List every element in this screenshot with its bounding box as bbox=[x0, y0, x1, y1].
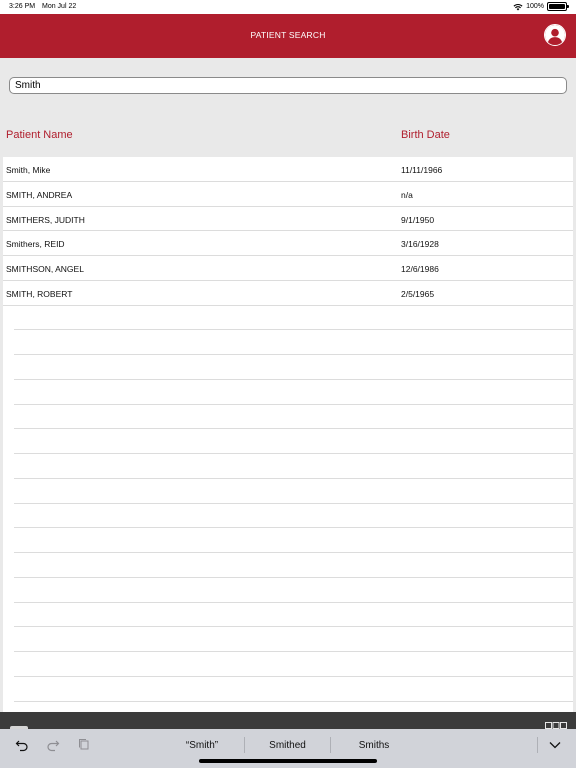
keyboard-toolbar-strip bbox=[0, 712, 576, 729]
empty-rows bbox=[3, 306, 573, 702]
patient-birth-date: n/a bbox=[401, 189, 413, 200]
patient-row[interactable]: SMITHSON, ANGEL 12/6/1986 bbox=[3, 256, 573, 281]
user-icon bbox=[545, 25, 565, 45]
patient-row[interactable]: Smith, Mike 11/11/1966 bbox=[3, 157, 573, 182]
suggestion-3[interactable]: Smiths bbox=[331, 740, 417, 751]
empty-row bbox=[14, 355, 573, 380]
redo-icon[interactable] bbox=[46, 738, 60, 752]
search-input[interactable] bbox=[9, 77, 567, 94]
patient-birth-date: 12/6/1986 bbox=[401, 264, 439, 274]
column-header-patient-name[interactable]: Patient Name bbox=[6, 129, 73, 141]
patient-row[interactable]: SMITH, ROBERT 2/5/1965 bbox=[3, 281, 573, 306]
patient-name: SMITH, ROBERT bbox=[6, 288, 73, 299]
patient-name: SMITH, ANDREA bbox=[6, 189, 73, 200]
patient-birth-date: 2/5/1965 bbox=[401, 288, 435, 299]
patient-name: SMITHSON, ANGEL bbox=[6, 264, 84, 274]
patient-row[interactable]: SMITHERS, JUDITH 9/1/1950 bbox=[3, 207, 573, 232]
status-indicators: 100% bbox=[513, 2, 569, 11]
empty-row bbox=[14, 479, 573, 504]
suggestion-1[interactable]: “Smith” bbox=[160, 740, 244, 751]
empty-row bbox=[14, 553, 573, 578]
empty-row bbox=[14, 627, 573, 652]
empty-row bbox=[14, 429, 573, 454]
empty-row bbox=[14, 603, 573, 628]
chevron-down-icon[interactable] bbox=[548, 739, 562, 751]
status-bar: 3:26 PM Mon Jul 22 100% bbox=[0, 0, 576, 14]
divider bbox=[537, 737, 538, 753]
patient-birth-date: 9/1/1950 bbox=[401, 214, 435, 225]
empty-row bbox=[14, 380, 573, 405]
patient-name: SMITHERS, JUDITH bbox=[6, 214, 85, 225]
undo-icon[interactable] bbox=[15, 738, 29, 752]
patient-name: Smith, Mike bbox=[6, 165, 51, 175]
scan-icon[interactable] bbox=[545, 722, 567, 729]
wifi-icon bbox=[513, 3, 523, 10]
patient-row[interactable]: Smithers, REID 3/16/1928 bbox=[3, 231, 573, 256]
home-indicator bbox=[199, 759, 377, 763]
page-title: PATIENT SEARCH bbox=[250, 30, 326, 40]
empty-row bbox=[14, 306, 573, 331]
empty-row bbox=[14, 405, 573, 430]
empty-row bbox=[14, 677, 573, 702]
suggestion-2[interactable]: Smithed bbox=[245, 740, 330, 751]
empty-row bbox=[14, 330, 573, 355]
status-date: Mon Jul 22 bbox=[42, 3, 77, 10]
patient-birth-date: 11/11/1966 bbox=[401, 165, 443, 175]
battery-percent: 100% bbox=[526, 3, 544, 10]
empty-row bbox=[14, 528, 573, 553]
patient-results-list: Smith, Mike 11/11/1966 SMITH, ANDREA n/a… bbox=[3, 157, 573, 712]
battery-icon bbox=[547, 2, 569, 11]
empty-row bbox=[14, 578, 573, 603]
empty-row bbox=[14, 652, 573, 677]
paste-icon[interactable] bbox=[77, 738, 91, 752]
patient-name: Smithers, REID bbox=[6, 239, 65, 250]
patient-birth-date: 3/16/1928 bbox=[401, 239, 439, 250]
column-header-birth-date[interactable]: Birth Date bbox=[401, 129, 450, 141]
profile-button[interactable] bbox=[544, 24, 566, 46]
empty-row bbox=[14, 504, 573, 529]
empty-row bbox=[14, 454, 573, 479]
patient-row[interactable]: SMITH, ANDREA n/a bbox=[3, 182, 573, 207]
app-header: PATIENT SEARCH bbox=[0, 14, 576, 58]
status-time: 3:26 PM bbox=[9, 3, 36, 10]
